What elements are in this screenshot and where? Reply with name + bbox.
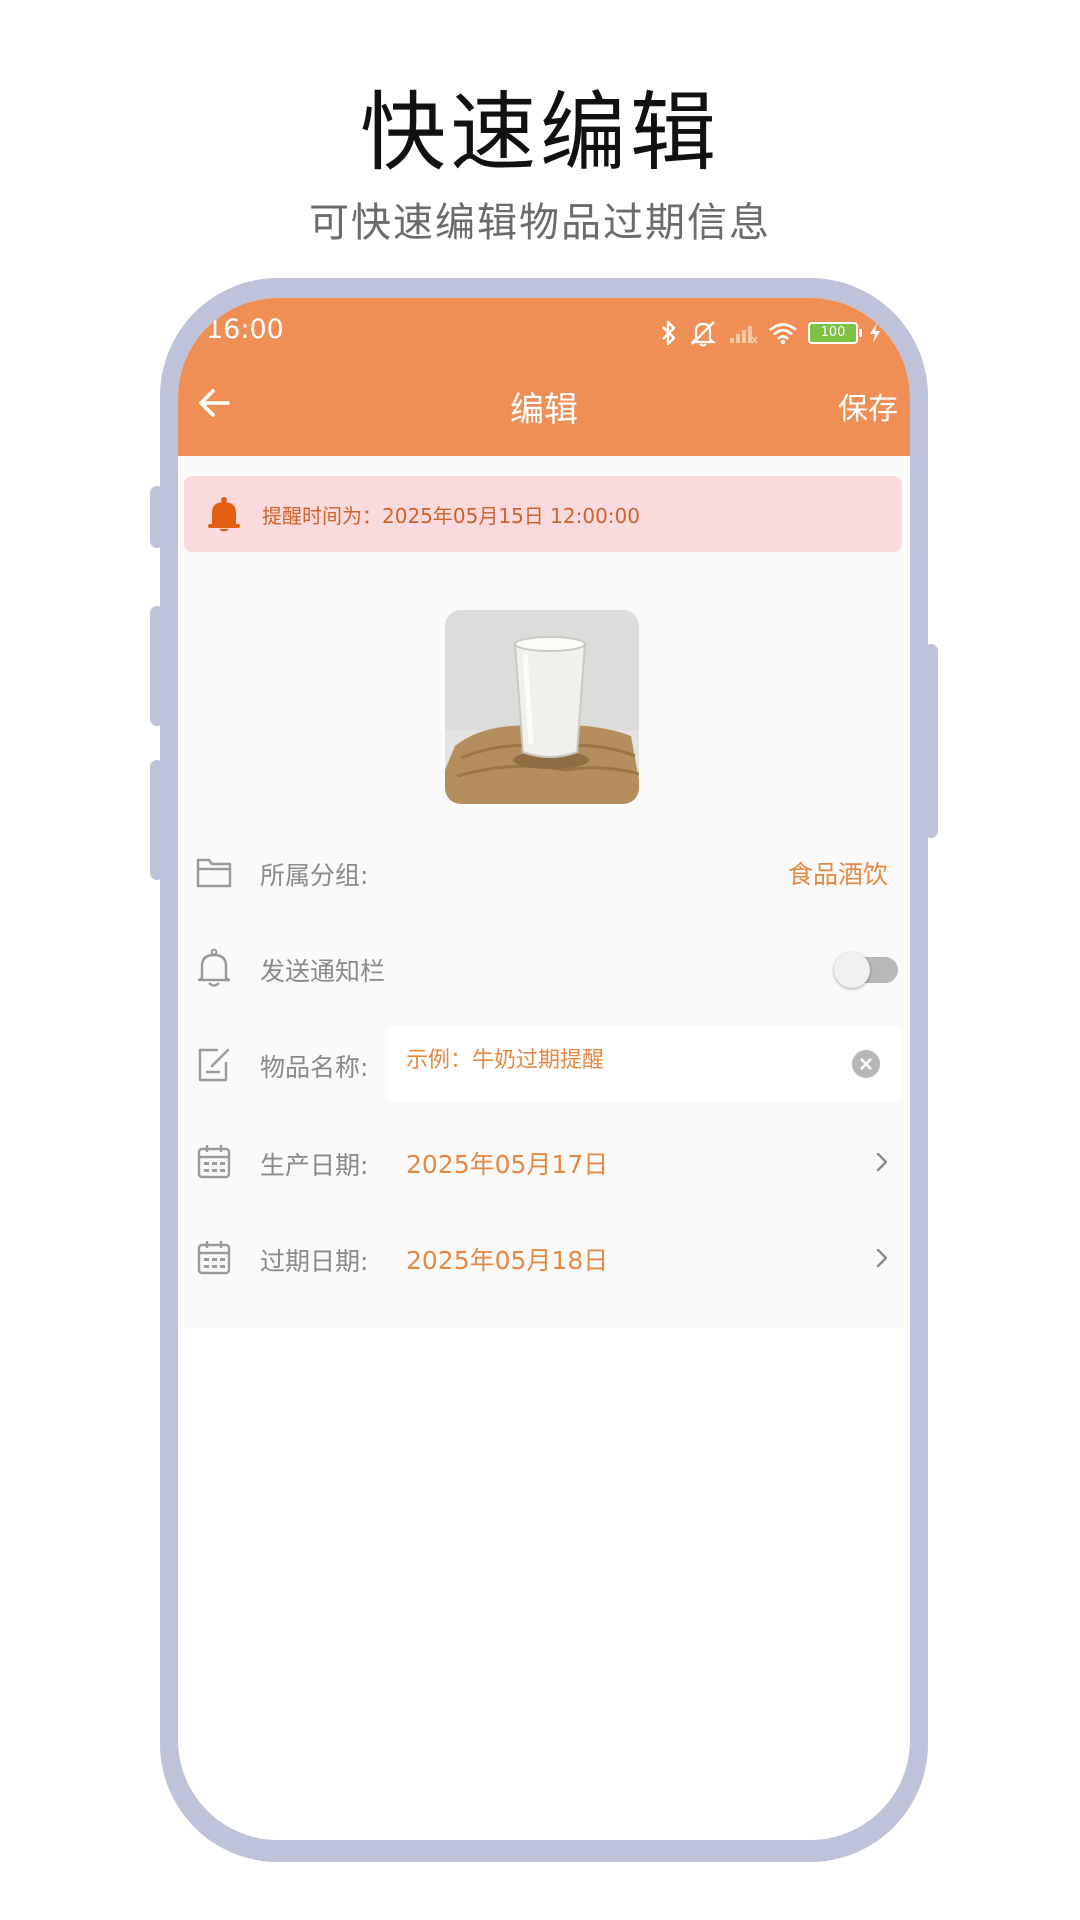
production-date-row[interactable]: 生产日期: 2025年05月17日 (178, 1120, 910, 1206)
group-row[interactable]: 所属分组: 食品酒饮 (178, 830, 910, 916)
wifi-icon (769, 323, 797, 345)
chevron-right-icon (876, 1152, 888, 1172)
expiry-date-row[interactable]: 过期日期: 2025年05月18日 (178, 1216, 910, 1302)
mute-icon (690, 321, 716, 347)
bluetooth-icon (662, 320, 676, 346)
item-photo[interactable] (445, 610, 639, 804)
phone-screen: 16:00 100 编辑 保存 提醒时间为：2025年05月15日 12:00:… (178, 298, 910, 1840)
toggle-knob (834, 952, 870, 988)
milk-glass-image (445, 610, 639, 804)
name-row: 物品名称: (178, 1022, 910, 1108)
notify-toggle[interactable] (834, 952, 898, 988)
status-time: 16:00 (206, 314, 284, 345)
phone-frame: 16:00 100 编辑 保存 提醒时间为：2025年05月15日 12:00:… (160, 278, 928, 1862)
calendar-icon (197, 1241, 231, 1275)
name-input[interactable] (406, 1048, 826, 1073)
save-button[interactable]: 保存 (838, 384, 898, 428)
calendar-icon (197, 1145, 231, 1179)
notify-row: 发送通知栏 (178, 926, 910, 1012)
bell-icon (208, 497, 240, 532)
notify-label: 发送通知栏 (260, 957, 386, 986)
charging-icon (870, 323, 880, 343)
production-date-label: 生产日期: (260, 1151, 369, 1180)
reminder-banner: 提醒时间为：2025年05月15日 12:00:00 (184, 476, 902, 552)
expiry-date-value: 2025年05月18日 (406, 1246, 609, 1275)
close-icon (860, 1058, 872, 1070)
clear-input-button[interactable] (852, 1050, 880, 1078)
group-value[interactable]: 食品酒饮 (788, 855, 888, 891)
reminder-text: 提醒时间为：2025年05月15日 12:00:00 (262, 504, 640, 528)
edit-icon (198, 1048, 230, 1082)
folder-icon (196, 858, 232, 888)
name-field (388, 1026, 902, 1102)
name-label: 物品名称: (260, 1053, 369, 1082)
promo-title: 快速编辑 (360, 83, 720, 183)
group-label: 所属分组: (260, 861, 369, 890)
status-icons: 100 (660, 316, 882, 350)
page-title: 编辑 (510, 390, 578, 430)
edit-form: 提醒时间为：2025年05月15日 12:00:00 所属分组: 食品酒饮 发送… (178, 456, 910, 1328)
production-date-value: 2025年05月17日 (406, 1150, 609, 1179)
promo-subtitle: 可快速编辑物品过期信息 (309, 200, 771, 246)
battery-icon: 100 (808, 322, 862, 344)
expiry-date-label: 过期日期: (260, 1247, 369, 1276)
signal-icon (730, 326, 758, 344)
app-bar: 16:00 100 编辑 保存 (178, 298, 910, 456)
bell-outline-icon (197, 948, 231, 987)
chevron-right-icon (876, 1248, 888, 1268)
